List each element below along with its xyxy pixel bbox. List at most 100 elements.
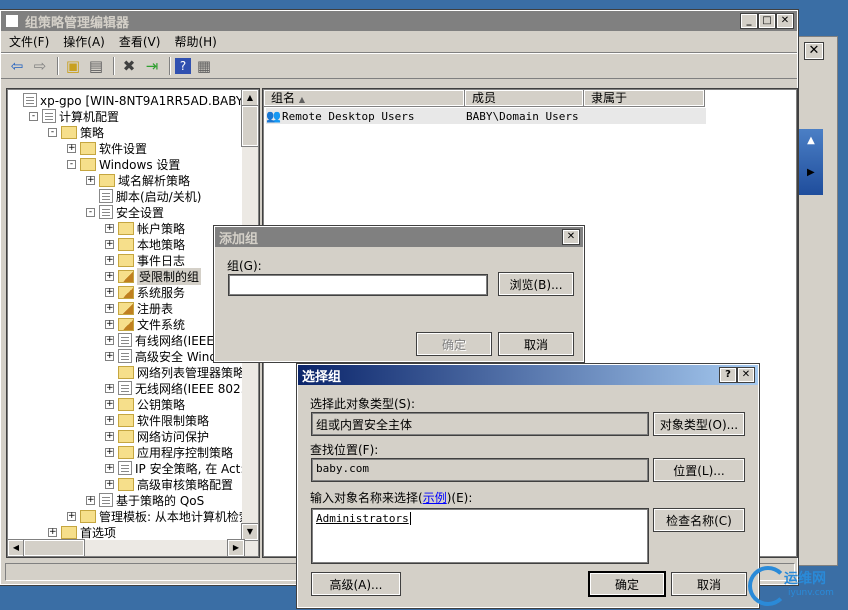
add-group-cancel-button[interactable]: 取消	[498, 332, 574, 356]
browse-button[interactable]: 浏览(B)...	[498, 272, 574, 296]
background-close-button[interactable]: ✕	[804, 42, 824, 60]
select-group-ok-button[interactable]: 确定	[588, 571, 666, 597]
add-group-close-button[interactable]: ✕	[562, 229, 580, 245]
row-members: BABY\Domain Users	[466, 109, 579, 123]
tree-item[interactable]: + 事件日志	[105, 252, 185, 268]
delete-x-icon[interactable]: ✖	[119, 56, 139, 76]
expand-icon[interactable]: +	[105, 431, 114, 441]
tree-item[interactable]: + 软件限制策略	[105, 412, 209, 428]
expand-icon[interactable]: +	[105, 399, 114, 409]
folder-icon	[61, 125, 77, 139]
advanced-button[interactable]: 高级(A)...	[311, 572, 401, 596]
scroll-thumb[interactable]	[241, 105, 258, 147]
check-names-button[interactable]: 检查名称(C)	[653, 508, 745, 532]
expand-icon[interactable]: +	[105, 415, 114, 425]
tree-item[interactable]: - 策略	[48, 124, 104, 140]
tree-item[interactable]: + 基于策略的 QoS	[86, 492, 204, 508]
expand-icon[interactable]: +	[105, 271, 114, 281]
group-label: 组(G):	[227, 259, 262, 273]
scroll-left-button[interactable]: ◀	[8, 539, 25, 556]
table-row[interactable]: 👥 Remote Desktop Users BABY\Domain Users	[266, 108, 706, 124]
expand-icon[interactable]: +	[105, 335, 114, 345]
tree-item[interactable]: + 本地策略	[105, 236, 185, 252]
tree-horizontal-scrollbar[interactable]: ◀ ▶	[8, 539, 245, 556]
tree-item[interactable]: 网络列表管理器策略	[105, 364, 245, 380]
select-group-close-button[interactable]: ✕	[737, 367, 755, 383]
tree-item[interactable]: + 管理模板: 从本地计算机检索	[67, 508, 251, 524]
tree-item[interactable]: + 系统服务	[105, 284, 185, 300]
export-list-icon[interactable]: ⇥	[142, 56, 162, 76]
expand-icon[interactable]: +	[105, 287, 114, 297]
group-input[interactable]	[228, 274, 488, 296]
menu-action[interactable]: 操作(A)	[63, 33, 105, 50]
column-header-group-name[interactable]: 组名 ▲	[263, 89, 465, 107]
expand-icon[interactable]: +	[105, 303, 114, 313]
object-types-button[interactable]: 对象类型(O)...	[653, 412, 745, 436]
expand-icon[interactable]: +	[105, 223, 114, 233]
help-icon[interactable]: ?	[175, 58, 191, 74]
collapse-icon[interactable]: -	[29, 111, 38, 121]
tree-item[interactable]: - Windows 设置	[67, 156, 180, 172]
tree-item[interactable]: + 有线网络(IEEE 8	[105, 332, 225, 348]
expand-icon[interactable]: +	[48, 527, 57, 537]
show-hide-tree-icon[interactable]: ▤	[86, 56, 106, 76]
tree-item[interactable]: + 帐户策略	[105, 220, 185, 236]
expand-icon[interactable]: +	[105, 479, 114, 489]
close-button[interactable]: ✕	[776, 13, 794, 29]
scroll-up-button[interactable]: ▲	[241, 90, 258, 107]
maximize-button[interactable]: □	[758, 13, 776, 29]
object-names-input[interactable]: Administrators	[311, 508, 649, 564]
forward-arrow-icon[interactable]: ⇨	[30, 56, 50, 76]
back-arrow-icon[interactable]: ⇦	[7, 56, 27, 76]
add-group-ok-button[interactable]: 确定	[416, 332, 492, 356]
tree-item[interactable]: - 安全设置	[86, 204, 164, 220]
tree-item[interactable]: + 应用程序控制策略	[105, 444, 233, 460]
tree-item[interactable]: + 软件设置	[67, 140, 147, 156]
examples-link[interactable]: 示例	[423, 491, 447, 505]
tree-item[interactable]: xp-gpo [WIN-8NT9A1RR5AD.BABY.COM] 策	[10, 92, 258, 108]
tree-item[interactable]: + 注册表	[105, 300, 173, 316]
properties-icon[interactable]: ▦	[194, 56, 214, 76]
menu-help[interactable]: 帮助(H)	[174, 33, 216, 50]
tree-item[interactable]: 脚本(启动/关机)	[86, 188, 201, 204]
tree-item[interactable]: + 域名解析策略	[86, 172, 190, 188]
expand-icon[interactable]: +	[105, 255, 114, 265]
column-header-members[interactable]: 成员	[464, 89, 584, 107]
tree-item[interactable]: - 计算机配置	[29, 108, 119, 124]
column-header-member-of[interactable]: 隶属于	[583, 89, 705, 107]
scroll-right-button[interactable]: ▶	[227, 539, 245, 556]
tree-item[interactable]: + 无线网络(IEEE 802.11	[105, 380, 258, 396]
expand-icon[interactable]: +	[105, 351, 114, 361]
tree-item[interactable]: + 文件系统	[105, 316, 185, 332]
expand-icon[interactable]: +	[105, 383, 114, 393]
add-group-title: 添加组	[219, 231, 259, 247]
menu-view[interactable]: 查看(V)	[119, 33, 161, 50]
tree-item[interactable]: + 网络访问保护	[105, 428, 209, 444]
scroll-down-button[interactable]: ▼	[241, 523, 258, 541]
hscroll-thumb[interactable]	[23, 539, 85, 556]
expand-icon[interactable]: +	[105, 447, 114, 457]
tree-item[interactable]: + 受限制的组	[105, 267, 202, 285]
expand-icon[interactable]: +	[105, 463, 114, 473]
locations-button[interactable]: 位置(L)...	[653, 458, 745, 482]
tree-item[interactable]: + 首选项	[48, 524, 116, 540]
up-folder-icon[interactable]: ▣	[63, 56, 83, 76]
expand-icon[interactable]: +	[105, 319, 114, 329]
tree-item[interactable]: + 公钥策略	[105, 396, 185, 412]
expand-icon[interactable]: +	[67, 143, 76, 153]
collapse-icon[interactable]: -	[67, 159, 76, 169]
minimize-button[interactable]: _	[740, 13, 758, 29]
expand-icon[interactable]: +	[86, 175, 95, 185]
menu-file[interactable]: 文件(F)	[9, 33, 49, 50]
expand-icon[interactable]: +	[67, 511, 76, 521]
expand-icon[interactable]: +	[86, 495, 95, 505]
help-button[interactable]: ?	[719, 367, 737, 383]
tree-item-label: 脚本(启动/关机)	[116, 189, 202, 204]
select-group-cancel-button[interactable]: 取消	[671, 572, 747, 596]
tree-item[interactable]: + 高级审核策略配置	[105, 476, 233, 492]
tree-item[interactable]: + IP 安全策略, 在 Act:	[105, 460, 244, 476]
collapse-icon[interactable]: -	[86, 207, 95, 217]
tree-item-label: 注册表	[137, 301, 174, 316]
collapse-icon[interactable]: -	[48, 127, 57, 137]
expand-icon[interactable]: +	[105, 239, 114, 249]
